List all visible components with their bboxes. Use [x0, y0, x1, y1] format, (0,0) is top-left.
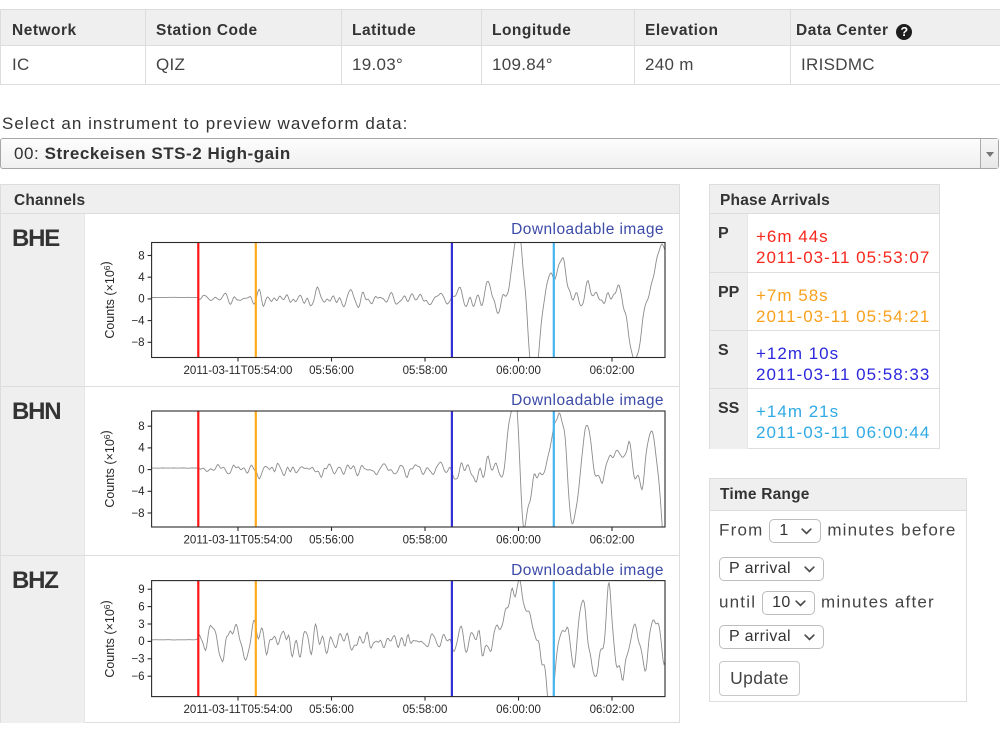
svg-text:05:58:00: 05:58:00	[403, 365, 448, 377]
svg-text:05:58:00: 05:58:00	[403, 535, 448, 547]
svg-text:−6: −6	[131, 671, 144, 683]
svg-text:4: 4	[138, 443, 145, 455]
svg-text:0: 0	[138, 636, 144, 648]
svg-text:−4: −4	[131, 486, 145, 498]
svg-text:8: 8	[138, 421, 144, 433]
svg-text:05:56:00: 05:56:00	[309, 535, 354, 547]
svg-text:3: 3	[138, 619, 144, 631]
svg-text:06:00:00: 06:00:00	[496, 535, 541, 547]
svg-text:Counts (×106): Counts (×106)	[99, 261, 117, 338]
svg-text:−4: −4	[131, 315, 145, 327]
svg-text:−3: −3	[131, 654, 144, 666]
svg-text:06:00:00: 06:00:00	[496, 365, 541, 377]
svg-text:−8: −8	[131, 337, 144, 349]
svg-text:−8: −8	[131, 508, 144, 520]
svg-text:06:02:00: 06:02:00	[590, 365, 635, 377]
svg-text:4: 4	[138, 272, 145, 284]
svg-text:05:56:00: 05:56:00	[309, 365, 354, 377]
svg-text:2011-03-11T05:54:00: 2011-03-11T05:54:00	[184, 535, 293, 547]
svg-text:6: 6	[138, 601, 144, 613]
svg-text:05:58:00: 05:58:00	[403, 704, 448, 716]
svg-text:05:56:00: 05:56:00	[309, 704, 354, 716]
svg-text:0: 0	[138, 294, 144, 306]
svg-text:8: 8	[138, 250, 144, 262]
svg-text:2011-03-11T05:54:00: 2011-03-11T05:54:00	[184, 365, 293, 377]
svg-text:2011-03-11T05:54:00: 2011-03-11T05:54:00	[184, 704, 293, 716]
svg-text:06:00:00: 06:00:00	[496, 704, 541, 716]
svg-text:06:02:00: 06:02:00	[590, 535, 635, 547]
svg-text:Counts (×106): Counts (×106)	[99, 430, 117, 507]
svg-text:9: 9	[138, 584, 144, 596]
svg-text:06:02:00: 06:02:00	[590, 704, 635, 716]
svg-text:Counts (×106): Counts (×106)	[99, 600, 117, 677]
svg-text:0: 0	[138, 464, 144, 476]
